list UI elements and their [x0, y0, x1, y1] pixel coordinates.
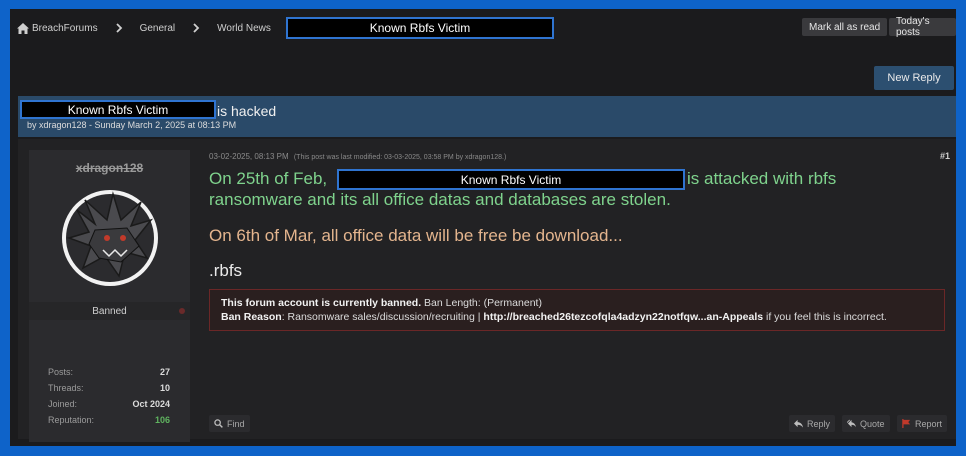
breadcrumb-redacted-thread: Known Rbfs Victim — [286, 17, 554, 39]
post-text-line1-start: On 25th of Feb, — [209, 169, 328, 188]
thread-title: is hacked — [217, 103, 277, 119]
breadcrumb-home[interactable]: BreachForums — [10, 22, 98, 34]
dragon-avatar-icon — [62, 190, 158, 286]
home-icon — [17, 22, 29, 34]
stat-label: Threads: — [48, 383, 84, 393]
report-button[interactable]: Report — [897, 415, 948, 432]
stat-label: Joined: — [48, 399, 78, 409]
stat-value: 10 — [159, 383, 170, 393]
reply-label: Reply — [807, 418, 831, 429]
author-username[interactable]: xdragon128 — [29, 161, 190, 175]
stat-joined: Joined: Oct 2024 — [48, 396, 170, 412]
post-modified-note: (This post was last modified: 03-03-2025… — [293, 154, 507, 161]
post-text-line3: On 6th of Mar, all office data will be f… — [209, 226, 623, 245]
reply-icon — [794, 419, 803, 428]
find-label: Find — [227, 418, 245, 429]
breadcrumb-bar: BreachForums General World News Known Rb… — [10, 9, 956, 47]
breadcrumb-world-news[interactable]: World News — [217, 23, 271, 34]
post-meta: 03-02-2025, 08:13 PM (This post was last… — [209, 152, 506, 161]
stat-posts: Posts: 27 — [48, 364, 170, 380]
post-redacted-name: Known Rbfs Victim — [337, 169, 685, 190]
thread-title-redacted: Known Rbfs Victim — [20, 100, 216, 119]
flag-icon — [902, 419, 911, 428]
breadcrumb-general[interactable]: General — [140, 23, 176, 34]
quote-label: Quote — [860, 418, 885, 429]
quote-button[interactable]: Quote — [842, 415, 890, 432]
todays-posts-button[interactable]: Today's posts — [889, 16, 956, 38]
thread-byline: by xdragon128 - Sunday March 2, 2025 at … — [27, 120, 237, 130]
post-number[interactable]: #1 — [940, 151, 950, 161]
ban-notice-heading: This forum account is currently banned. — [221, 297, 422, 309]
new-reply-button[interactable]: New Reply — [874, 66, 954, 90]
stat-value: Oct 2024 — [132, 399, 170, 409]
ban-notice: This forum account is currently banned. … — [209, 289, 945, 331]
search-icon — [214, 419, 223, 428]
ban-reason-text: : Ransomware sales/discussion/recruiting… — [281, 311, 484, 323]
find-button[interactable]: Find — [209, 415, 250, 432]
author-panel: xdragon128 Banned Posts: 27 Threads: 10 … — [29, 150, 190, 442]
offline-dot-icon — [179, 308, 185, 314]
post-date: 03-02-2025, 08:13 PM — [209, 152, 289, 161]
chevron-right-icon — [115, 23, 122, 33]
thread-header: Known Rbfs Victim is hacked by xdragon12… — [18, 96, 956, 137]
author-stats: Posts: 27 Threads: 10 Joined: Oct 2024 R… — [48, 364, 170, 428]
ban-notice-suffix: if you feel this is incorrect. — [763, 311, 887, 323]
report-label: Report — [915, 418, 943, 429]
ban-appeal-link[interactable]: http://breached26tezcofqla4adzyn22notfqw… — [483, 311, 763, 323]
ban-notice-line1: This forum account is currently banned. … — [221, 296, 933, 310]
stat-label: Posts: — [48, 367, 74, 377]
post-text-line4: .rbfs — [209, 261, 243, 280]
post: xdragon128 Banned Posts: 27 Threads: 10 … — [18, 139, 956, 442]
mark-all-read-button[interactable]: Mark all as read — [802, 18, 888, 36]
stat-reputation: Reputation: 106 — [48, 412, 170, 428]
chevron-right-icon — [193, 23, 200, 33]
stat-value[interactable]: 106 — [155, 415, 170, 425]
ban-reason-label: Ban Reason — [221, 311, 282, 323]
stat-threads: Threads: 10 — [48, 380, 170, 396]
forum-page: BreachForums General World News Known Rb… — [10, 9, 956, 446]
quote-icon — [847, 419, 856, 428]
author-status-banned: Banned — [29, 302, 190, 320]
ban-notice-line2: Ban Reason: Ransomware sales/discussion/… — [221, 310, 933, 324]
reply-button[interactable]: Reply — [789, 415, 836, 432]
post-text-line2: ransomware and its all office datas and … — [209, 190, 671, 209]
stat-label: Reputation: — [48, 415, 95, 425]
ban-length: Ban Length: (Permanent) — [421, 297, 542, 309]
stat-value: 27 — [159, 367, 170, 377]
breadcrumb-home-label: BreachForums — [32, 22, 98, 34]
post-text-line1-end: is attacked with rbfs — [687, 169, 837, 188]
